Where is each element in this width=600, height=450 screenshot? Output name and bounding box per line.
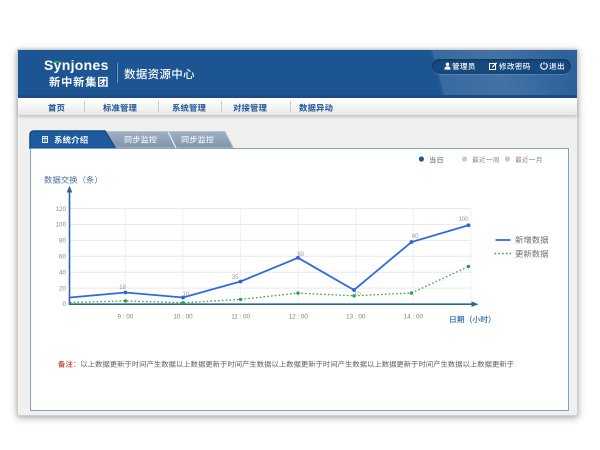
svg-text:10: 10 — [182, 292, 189, 298]
svg-text:60: 60 — [59, 254, 67, 261]
svg-text:35: 35 — [232, 275, 239, 281]
svg-text:10 : 00: 10 : 00 — [173, 314, 193, 321]
svg-text:12 : 00: 12 : 00 — [289, 314, 309, 321]
svg-text:100: 100 — [55, 222, 66, 229]
svg-text:20: 20 — [59, 285, 67, 292]
svg-text:40: 40 — [59, 269, 67, 276]
svg-text:14 : 00: 14 : 00 — [404, 314, 424, 321]
svg-text:80: 80 — [59, 238, 67, 245]
svg-text:120: 120 — [55, 206, 66, 213]
svg-text:18: 18 — [119, 285, 126, 291]
svg-text:11 : 00: 11 : 00 — [231, 314, 250, 321]
svg-text:13 : 00: 13 : 00 — [346, 314, 366, 321]
svg-text:10: 10 — [354, 292, 361, 298]
svg-text:0: 0 — [62, 301, 66, 308]
svg-text:60: 60 — [297, 252, 304, 258]
svg-text:80: 80 — [412, 234, 419, 240]
svg-text:9 : 00: 9 : 00 — [118, 314, 134, 321]
svg-text:100: 100 — [458, 217, 469, 223]
